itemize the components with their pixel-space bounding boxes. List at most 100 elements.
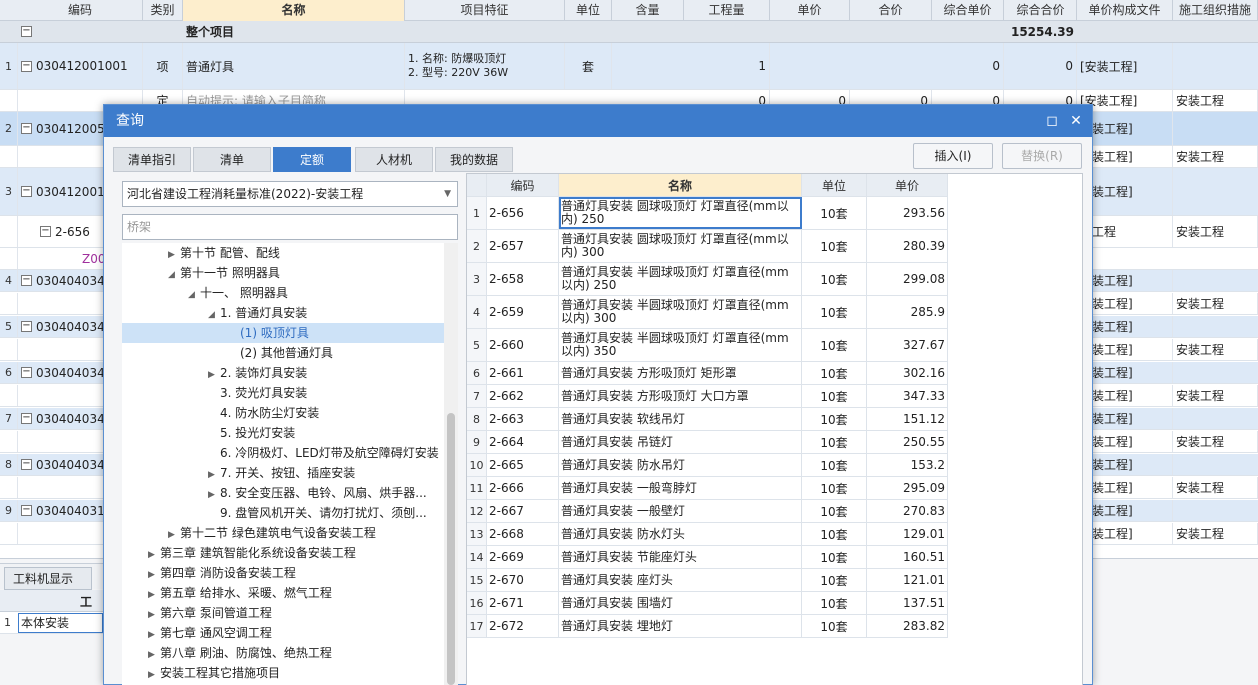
grid-row[interactable]: 10 2-665 普通灯具安装 防水吊灯 10套 153.2 (467, 454, 948, 477)
tree-node[interactable]: 4. 防水防尘灯安装 (122, 403, 444, 423)
grid-row[interactable]: 3 2-658 普通灯具安装 半圆球吸顶灯 灯罩直径(mm以内) 250 10套 299… (467, 263, 948, 296)
collapse-icon[interactable]: − (21, 60, 32, 72)
tree-node[interactable]: ▶ 第八章 刷油、防腐蚀、绝热工程 (122, 643, 444, 663)
grid-name-cell[interactable]: 普通灯具安装 圆球吸顶灯 灯罩直径(mm以内) 250 (559, 197, 802, 229)
name-cell[interactable]: 普通灯具 (183, 43, 405, 89)
grid-row[interactable]: 5 2-660 普通灯具安装 半圆球吸顶灯 灯罩直径(mm以内) 350 10套 327… (467, 329, 948, 362)
collapse-icon[interactable]: − (21, 123, 32, 134)
grid-name-cell[interactable]: 普通灯具安装 防水灯头 (559, 523, 802, 545)
triangle-down-icon[interactable]: ◢ (168, 265, 180, 285)
tree-node[interactable]: ▶ 8. 安全变压器、电铃、风扇、烘手器... (122, 483, 444, 503)
grid-row[interactable]: 4 2-659 普通灯具安装 半圆球吸顶灯 灯罩直径(mm以内) 300 10套 285… (467, 296, 948, 329)
grid-name-cell[interactable]: 普通灯具安装 吊链灯 (559, 431, 802, 453)
grid-code-cell[interactable]: 2-665 (487, 454, 559, 476)
tree-node[interactable]: 6. 冷阴极灯、LED灯带及航空障碍灯安装 (122, 443, 444, 463)
measure-cell[interactable]: 安装工程 (1173, 146, 1258, 167)
grid-row[interactable]: 2 2-657 普通灯具安装 圆球吸顶灯 灯罩直径(mm以内) 300 10套 280.… (467, 230, 948, 263)
grid-code-cell[interactable]: 2-669 (487, 546, 559, 568)
collapse-icon[interactable]: − (21, 505, 32, 516)
triangle-right-icon[interactable]: ▶ (148, 585, 160, 605)
price-file-cell[interactable]: [安装工程] (1077, 43, 1173, 89)
tree-node[interactable]: 3. 荧光灯具安装 (122, 383, 444, 403)
grid-code-cell[interactable]: 2-668 (487, 523, 559, 545)
grid-row[interactable]: 12 2-667 普通灯具安装 一般壁灯 10套 270.83 (467, 500, 948, 523)
grid-name-cell[interactable]: 普通灯具安装 一般弯脖灯 (559, 477, 802, 499)
grid-code-cell[interactable]: 2-657 (487, 230, 559, 262)
tree-node[interactable]: ▶ 第五章 给排水、采暖、燃气工程 (122, 583, 444, 603)
tree-node[interactable]: 9. 盘管风机开关、请勿打扰灯、须刨... (122, 503, 444, 523)
grid-row[interactable]: 8 2-663 普通灯具安装 软线吊灯 10套 151.12 (467, 408, 948, 431)
measure-cell[interactable]: 安装工程 (1173, 385, 1258, 406)
collapse-icon[interactable]: − (21, 459, 32, 470)
grid-name-cell[interactable]: 普通灯具安装 半圆球吸顶灯 灯罩直径(mm以内) 350 (559, 329, 802, 361)
grid-row[interactable]: 14 2-669 普通灯具安装 节能座灯头 10套 160.51 (467, 546, 948, 569)
grid-row[interactable]: 11 2-666 普通灯具安装 一般弯脖灯 10套 295.09 (467, 477, 948, 500)
bottom-table-row[interactable]: 1 本体安装 (0, 612, 103, 634)
grid-name-cell[interactable]: 普通灯具安装 一般壁灯 (559, 500, 802, 522)
triangle-right-icon[interactable]: ▶ (148, 625, 160, 645)
insert-button[interactable]: 插入(I) (913, 143, 993, 169)
close-icon[interactable]: ✕ (1068, 113, 1084, 129)
collapse-icon[interactable]: − (18, 21, 178, 42)
measure-cell[interactable]: 安装工程 (1173, 523, 1258, 544)
collapse-icon[interactable]: − (21, 413, 32, 424)
triangle-down-icon[interactable]: ◢ (188, 285, 200, 305)
grid-row[interactable]: 1 2-656 普通灯具安装 圆球吸顶灯 灯罩直径(mm以内) 250 10套 293.… (467, 197, 948, 230)
grid-name-cell[interactable]: 普通灯具安装 半圆球吸顶灯 灯罩直径(mm以内) 300 (559, 296, 802, 328)
triangle-down-icon[interactable]: ◢ (208, 305, 220, 325)
tree-node[interactable]: (2) 其他普通灯具 (122, 343, 444, 363)
grid-name-cell[interactable]: 普通灯具安装 防水吊灯 (559, 454, 802, 476)
tree-node[interactable]: ▶ 2. 装饰灯具安装 (122, 363, 444, 383)
tree-node[interactable]: (1) 吸顶灯具 (122, 323, 444, 343)
grid-code-cell[interactable]: 2-671 (487, 592, 559, 614)
maximize-icon[interactable]: ◻ (1044, 113, 1060, 129)
tree-node[interactable]: ◢ 十一、 照明器具 (122, 283, 444, 303)
grid-name-cell[interactable]: 普通灯具安装 座灯头 (559, 569, 802, 591)
tab-0[interactable]: 清单指引 (113, 147, 191, 172)
feature-cell[interactable]: 1. 名称: 防爆吸顶灯 2. 型号: 220V 36W (405, 43, 565, 89)
tab-1[interactable]: 清单 (193, 147, 271, 172)
grid-code-cell[interactable]: 2-656 (487, 197, 559, 229)
tree-node[interactable]: ◢ 第十一节 照明器具 (122, 263, 444, 283)
grid-row[interactable]: 16 2-671 普通灯具安装 围墙灯 10套 137.51 (467, 592, 948, 615)
grid-code-cell[interactable]: 2-658 (487, 263, 559, 295)
grid-row[interactable]: 9 2-664 普通灯具安装 吊链灯 10套 250.55 (467, 431, 948, 454)
grid-name-cell[interactable]: 普通灯具安装 埋地灯 (559, 615, 802, 637)
tree-scrollbar[interactable] (444, 243, 458, 685)
grid-name-cell[interactable]: 普通灯具安装 半圆球吸顶灯 灯罩直径(mm以内) 250 (559, 263, 802, 295)
measure-cell[interactable]: 安装工程 (1173, 90, 1258, 111)
filter-input[interactable]: 桥架 (122, 214, 458, 240)
work-content-cell[interactable]: 本体安装 (18, 613, 103, 633)
tree-node[interactable]: ▶ 第三章 建筑智能化系统设备安装工程 (122, 543, 444, 563)
replace-button[interactable]: 替换(R) (1002, 143, 1082, 169)
triangle-right-icon[interactable]: ▶ (148, 665, 160, 685)
measure-cell[interactable]: 安装工程 (1173, 431, 1258, 452)
tab-3[interactable]: 人材机 (355, 147, 433, 172)
measure-cell[interactable]: 安装工程 (1173, 477, 1258, 498)
triangle-right-icon[interactable]: ▶ (208, 365, 220, 385)
collapse-icon[interactable]: − (21, 321, 32, 332)
collapse-icon[interactable]: − (21, 275, 32, 286)
tree-node[interactable]: ◢ 1. 普通灯具安装 (122, 303, 444, 323)
triangle-right-icon[interactable]: ▶ (208, 465, 220, 485)
tab-4[interactable]: 我的数据 (435, 147, 513, 172)
grid-code-cell[interactable]: 2-672 (487, 615, 559, 637)
collapse-icon[interactable]: − (21, 367, 32, 378)
library-select[interactable]: 河北省建设工程消耗量标准(2022)-安装工程 ▼ (122, 181, 458, 207)
tree-node[interactable]: 5. 投光灯安装 (122, 423, 444, 443)
grid-code-cell[interactable]: 2-664 (487, 431, 559, 453)
measure-cell[interactable]: 安装工程 (1173, 293, 1258, 314)
grid-row[interactable]: 15 2-670 普通灯具安装 座灯头 10套 121.01 (467, 569, 948, 592)
scrollbar-thumb[interactable] (447, 413, 455, 685)
grid-code-cell[interactable]: 2-666 (487, 477, 559, 499)
collapse-icon[interactable]: − (21, 186, 32, 197)
grid-name-cell[interactable]: 普通灯具安装 圆球吸顶灯 灯罩直径(mm以内) 300 (559, 230, 802, 262)
triangle-right-icon[interactable]: ▶ (148, 645, 160, 665)
grid-code-cell[interactable]: 2-670 (487, 569, 559, 591)
table-row[interactable]: 1−030412001001 项普通灯具 1. 名称: 防爆吸顶灯 2. 型号: 22… (0, 43, 1258, 90)
grid-code-cell[interactable]: 2-659 (487, 296, 559, 328)
tab-2[interactable]: 定额 (273, 147, 351, 172)
grid-row[interactable]: 7 2-662 普通灯具安装 方形吸顶灯 大口方罩 10套 347.33 (467, 385, 948, 408)
grid-row[interactable]: 17 2-672 普通灯具安装 埋地灯 10套 283.82 (467, 615, 948, 638)
grid-name-cell[interactable]: 普通灯具安装 节能座灯头 (559, 546, 802, 568)
